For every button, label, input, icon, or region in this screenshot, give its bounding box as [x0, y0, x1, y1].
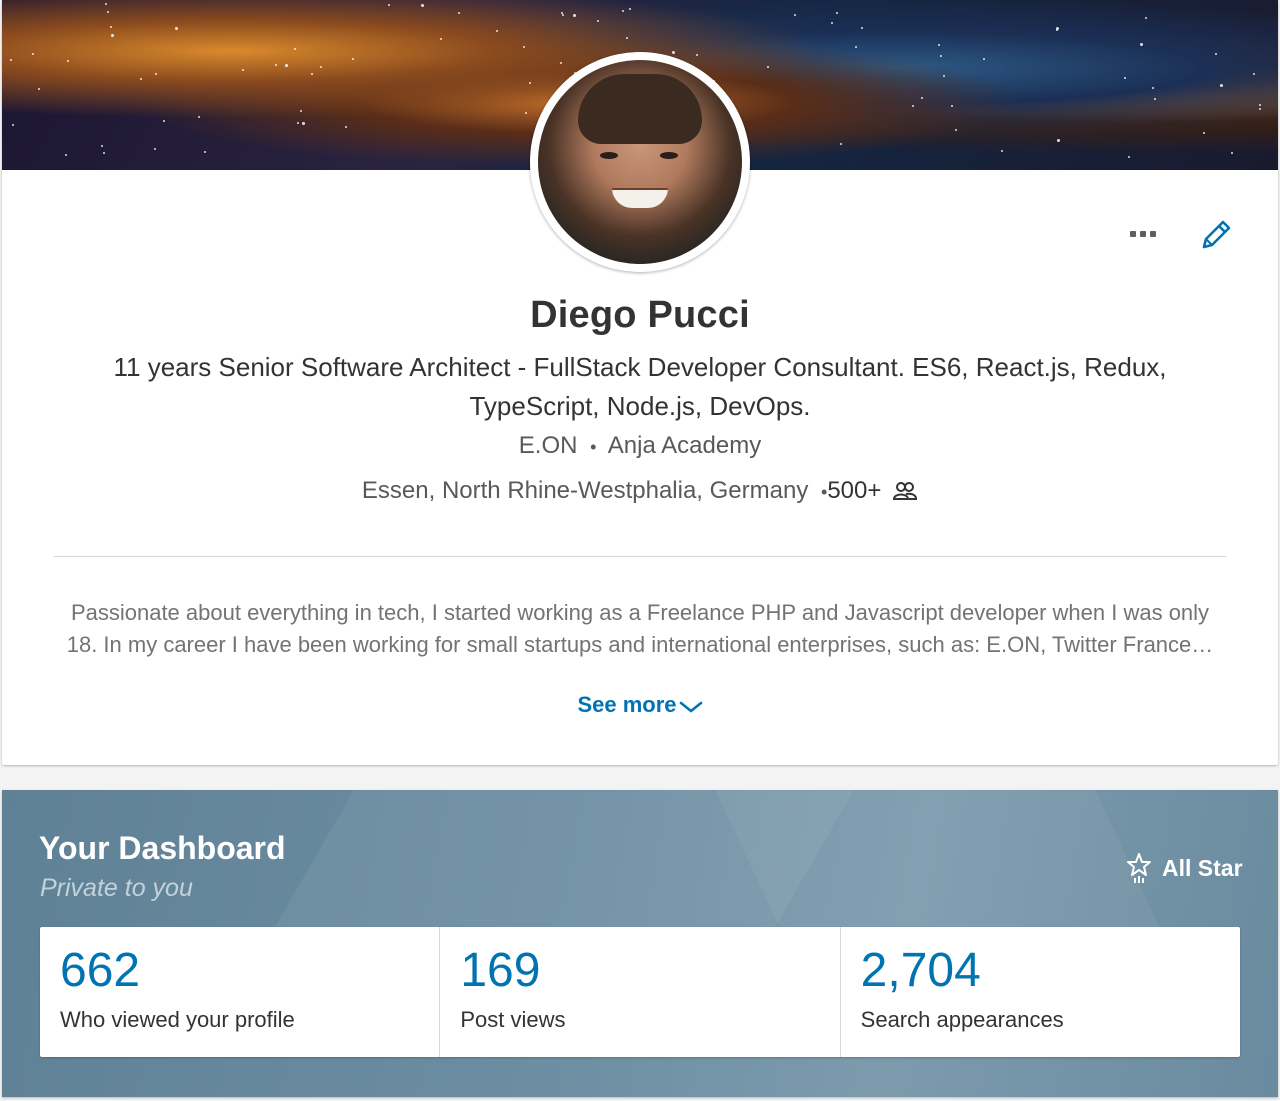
divider — [54, 556, 1226, 557]
profile-name: Diego Pucci — [530, 294, 750, 336]
profile-location-line: Essen, North Rhine-Westphalia, Germany •… — [2, 477, 1278, 505]
stat-value: 662 — [60, 944, 141, 997]
stat-value: 2,704 — [860, 944, 981, 997]
star-icon — [1127, 853, 1151, 883]
profile-headline: 11 years Senior Software Architect - Ful… — [113, 352, 1167, 421]
ellipsis-icon — [1130, 231, 1136, 237]
stat-label: Who viewed your profile — [60, 1007, 295, 1032]
dashboard-title: Your Dashboard — [39, 830, 286, 866]
stat-label: Post views — [460, 1007, 566, 1032]
dashboard-subtitle: Private to you — [40, 874, 193, 902]
dashboard-stats: 662 Who viewed your profile 169 Post vie… — [40, 927, 1240, 1057]
education-link[interactable]: Anja Academy — [608, 432, 761, 459]
profile-photo[interactable] — [530, 52, 750, 272]
dashboard-panel: Your Dashboard Private to you All Star 6… — [2, 790, 1278, 1097]
stat-profile-views[interactable]: 662 Who viewed your profile — [40, 927, 441, 1057]
stat-search-appearances[interactable]: 2,704 Search appearances — [841, 927, 1240, 1057]
connections-icon — [893, 482, 918, 500]
current-company-link[interactable]: E.ON — [519, 432, 578, 459]
all-star-label: All Star — [1162, 854, 1243, 881]
stat-post-views[interactable]: 169 Post views — [440, 927, 841, 1057]
edit-profile-button[interactable] — [1196, 214, 1236, 254]
avatar — [538, 60, 742, 264]
connections-count[interactable]: 500+ — [827, 477, 881, 504]
profile-summary: Passionate about everything in tech, I s… — [66, 600, 1214, 657]
separator: • — [590, 437, 597, 457]
see-more-button[interactable]: See more — [2, 692, 1278, 718]
all-star-badge[interactable]: All Star — [1126, 852, 1243, 884]
stat-label: Search appearances — [860, 1007, 1064, 1032]
more-actions-button[interactable] — [1123, 220, 1163, 248]
pencil-icon — [1202, 220, 1231, 249]
chevron-down-icon — [679, 701, 702, 713]
profile-organizations: E.ON • Anja Academy — [2, 432, 1278, 460]
stat-value: 169 — [460, 944, 541, 997]
see-more-label: See more — [577, 692, 677, 717]
location-text: Essen, North Rhine-Westphalia, Germany — [361, 477, 809, 504]
profile-card: Diego Pucci 11 years Senior Software Arc… — [2, 0, 1278, 765]
